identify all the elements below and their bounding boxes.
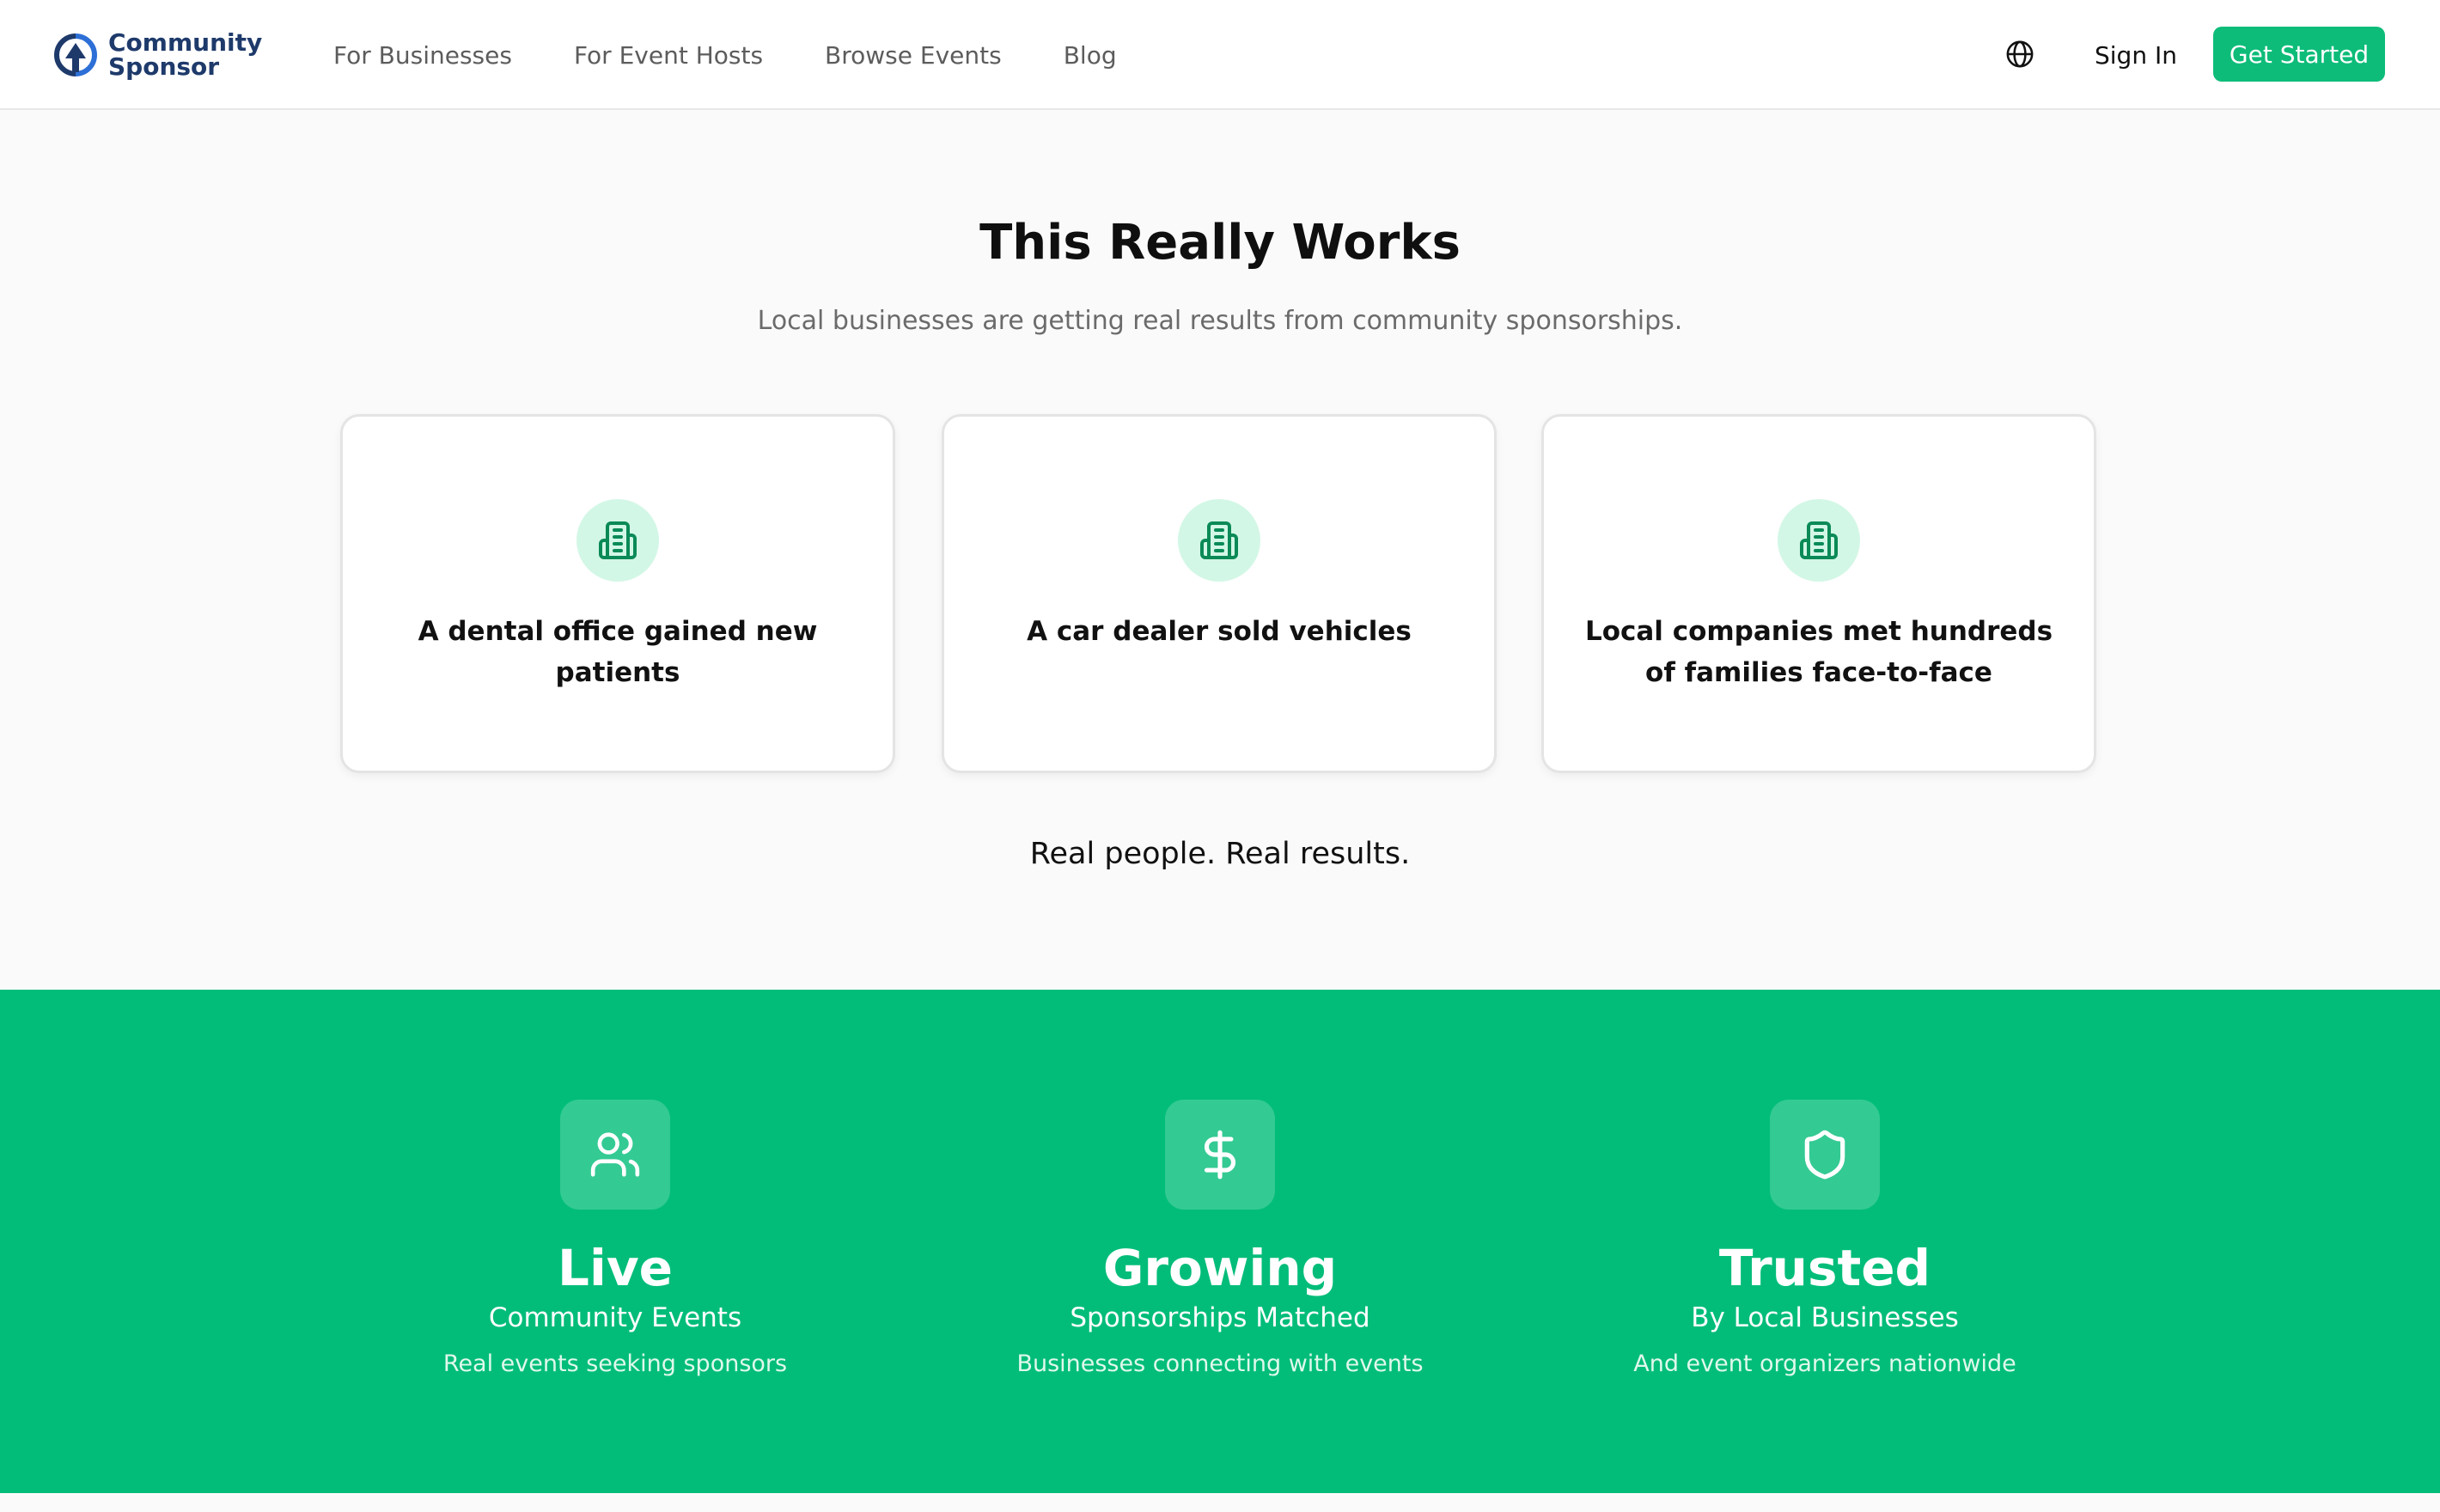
get-started-button[interactable]: Get Started <box>2213 27 2385 82</box>
building-icon <box>1778 499 1860 582</box>
stat-description: Real events seeking sponsors <box>442 1350 788 1377</box>
shield-icon <box>1770 1100 1880 1210</box>
stats-band: Live Community Events Real events seekin… <box>0 990 2440 1493</box>
nav-blog[interactable]: Blog <box>1064 41 1117 70</box>
logo-line1: Community <box>108 28 263 57</box>
globe-icon[interactable] <box>2005 40 2034 69</box>
building-icon <box>1178 499 1260 582</box>
stat-description: Businesses connecting with events <box>1016 1350 1424 1377</box>
result-card-text: A car dealer sold vehicles <box>1027 616 1412 647</box>
logo-mark-icon <box>54 34 97 76</box>
section-subtitle: Local businesses are getting real result… <box>757 306 1683 336</box>
result-card-text: A dental office gained new patients <box>418 616 818 688</box>
logo-line2: Sponsor <box>108 52 220 81</box>
section-title: This Really Works <box>979 215 1461 271</box>
stat-title: Live <box>558 1239 673 1297</box>
logo-text: Community Sponsor <box>108 31 262 79</box>
result-card: A dental office gained new patients <box>340 414 895 773</box>
users-icon <box>560 1100 670 1210</box>
nav-links: For Businesses For Event Hosts Browse Ev… <box>333 0 1117 110</box>
tagline: Real people. Real results. <box>1029 837 1411 871</box>
stat-title: Trusted <box>1718 1239 1931 1297</box>
result-card: Local companies met hundreds of families… <box>1541 414 2096 773</box>
result-card-text: Local companies met hundreds of families… <box>1584 616 2053 688</box>
logo[interactable]: Community Sponsor <box>53 29 262 81</box>
stat-description: And event organizers nationwide <box>1633 1350 2016 1377</box>
nav-for-businesses[interactable]: For Businesses <box>333 41 512 70</box>
nav-for-event-hosts[interactable]: For Event Hosts <box>574 41 763 70</box>
stat-title: Growing <box>1102 1239 1338 1297</box>
building-icon <box>576 499 659 582</box>
sign-in-link[interactable]: Sign In <box>2095 0 2177 110</box>
result-card: A car dealer sold vehicles <box>942 414 1497 773</box>
top-nav: Community Sponsor For Businesses For Eve… <box>0 0 2440 110</box>
stat-subtitle: By Local Businesses <box>1691 1302 1959 1333</box>
nav-browse-events[interactable]: Browse Events <box>825 41 1002 70</box>
dollar-icon <box>1165 1100 1275 1210</box>
stat-subtitle: Sponsorships Matched <box>1070 1302 1370 1333</box>
stat-subtitle: Community Events <box>488 1302 742 1333</box>
